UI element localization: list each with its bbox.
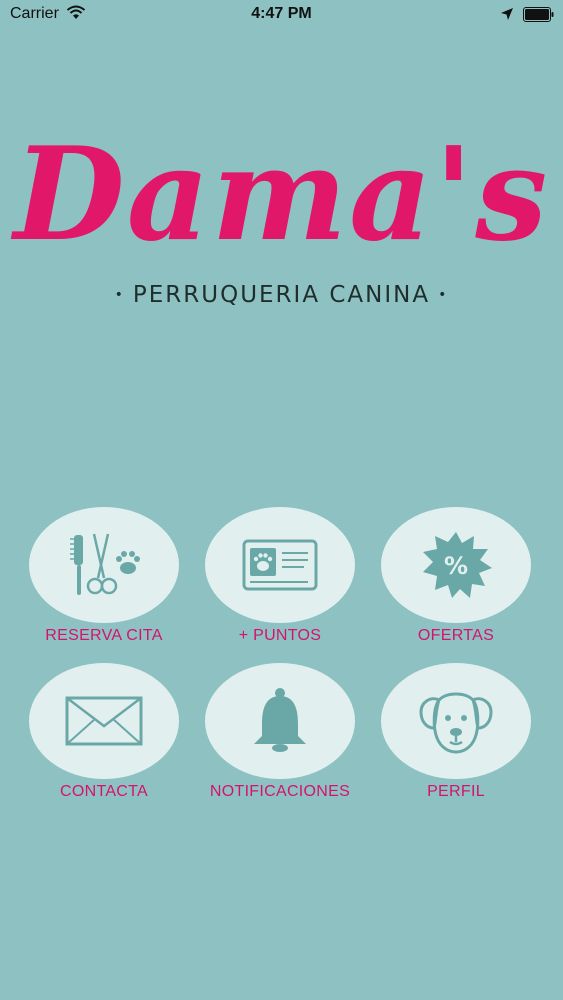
menu-circle[interactable]: %: [381, 507, 531, 623]
logo-subtitle-text: PERRUQUERIA CANINA: [132, 282, 431, 308]
logo-subtitle: • PERRUQUERIA CANINA •: [0, 282, 563, 308]
menu-circle[interactable]: [29, 663, 179, 779]
menu-circle[interactable]: [205, 663, 355, 779]
menu-puntos[interactable]: + PUNTOS: [205, 507, 355, 645]
menu-circle[interactable]: [381, 663, 531, 779]
battery-icon: [523, 7, 554, 22]
menu-circle[interactable]: [29, 507, 179, 623]
menu-perfil[interactable]: PERFIL: [381, 663, 531, 801]
menu-label: RESERVA CITA: [45, 627, 163, 644]
logo-script-text: Dama's: [13, 120, 550, 270]
bell-icon: [254, 688, 306, 752]
menu-circle[interactable]: [205, 507, 355, 623]
discount-badge-icon: %: [423, 532, 492, 598]
brand-logo: Dama's • PERRUQUERIA CANINA •: [0, 120, 563, 330]
menu-reserva-cita[interactable]: RESERVA CITA: [29, 507, 179, 645]
clock: 4:47 PM: [251, 5, 312, 22]
subtitle-bullet-left: •: [114, 287, 125, 303]
menu-notificaciones[interactable]: NOTIFICACIONES: [205, 663, 355, 801]
dog-face-icon: [419, 692, 493, 754]
location-arrow-icon: [501, 8, 513, 20]
menu-label: + PUNTOS: [238, 627, 322, 644]
envelope-icon: [65, 696, 143, 746]
status-bar: Carrier 4:47 PM: [0, 0, 563, 30]
app-screen: Carrier 4:47 PM Dama's • PERRUQUERIA CANI…: [0, 0, 563, 1000]
grooming-tools-icon: [70, 533, 140, 595]
menu-ofertas[interactable]: % OFERTAS: [381, 507, 531, 645]
svg-text:%: %: [444, 552, 468, 580]
menu-contacta[interactable]: CONTACTA: [29, 663, 179, 801]
subtitle-bullet-right: •: [438, 287, 449, 303]
menu-label: CONTACTA: [59, 783, 149, 800]
menu-label: NOTIFICACIONES: [209, 783, 351, 800]
menu-label: PERFIL: [427, 783, 485, 800]
loyalty-card-icon: [242, 539, 318, 591]
menu-label: OFERTAS: [417, 627, 495, 644]
